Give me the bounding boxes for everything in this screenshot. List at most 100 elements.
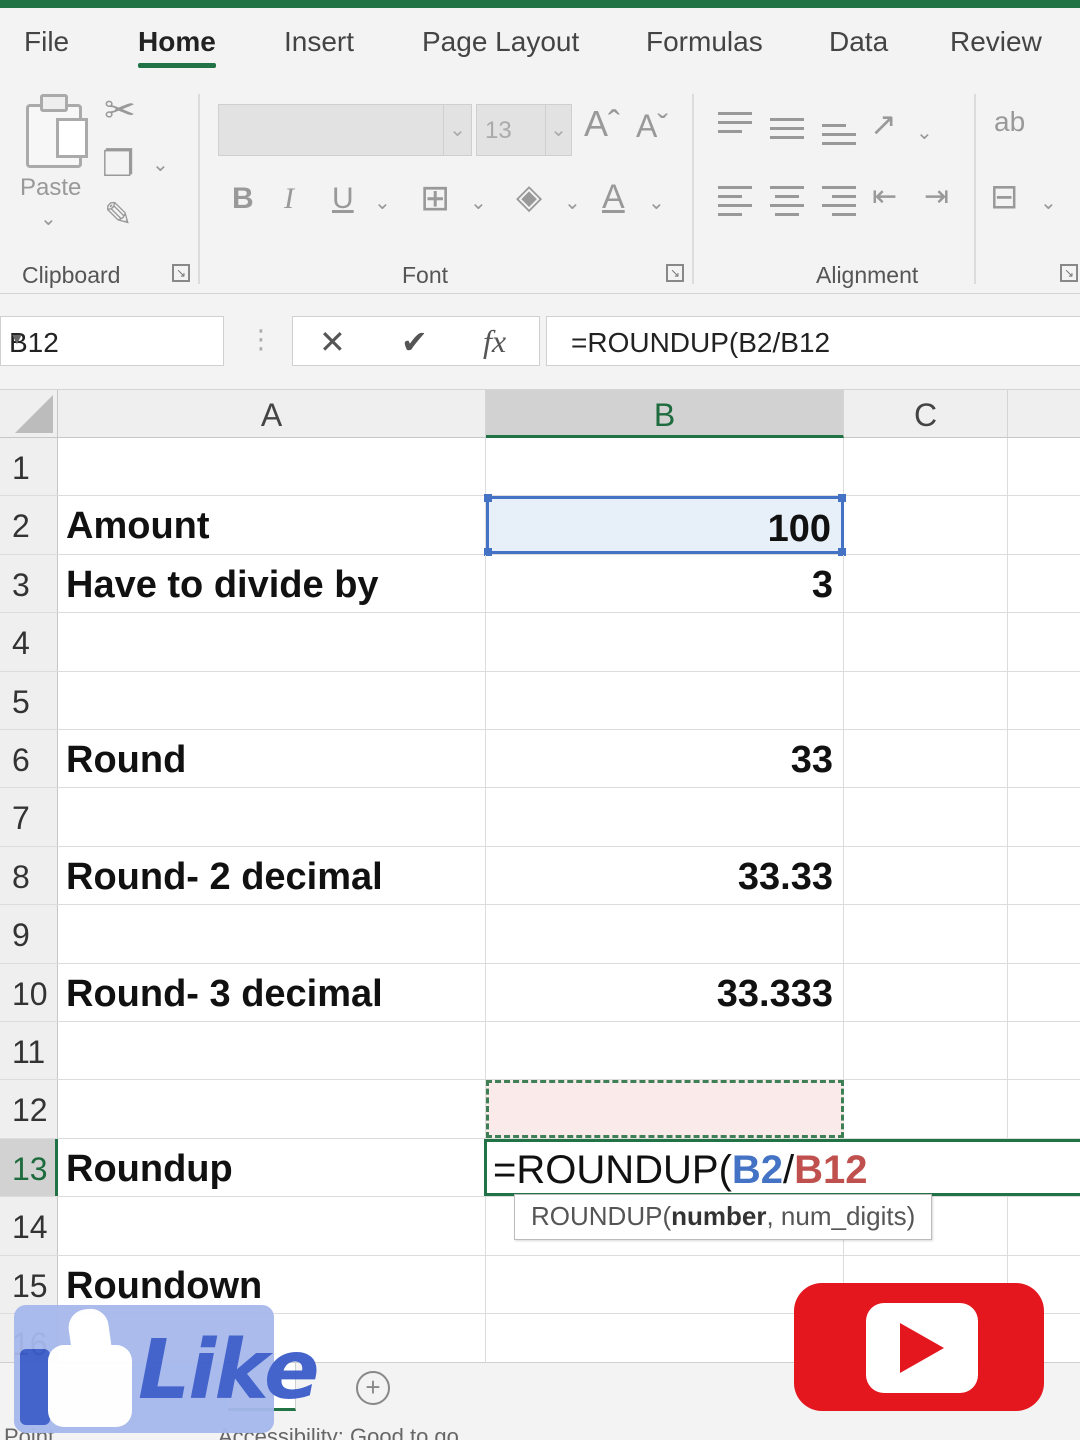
cell-b16[interactable] [486, 1314, 844, 1362]
decrease-indent-icon[interactable]: ⇤ [872, 182, 897, 212]
align-top-icon[interactable] [718, 112, 752, 139]
cell-b9[interactable] [486, 905, 844, 963]
cell-c1[interactable] [844, 438, 1008, 496]
cell-c5[interactable] [844, 671, 1008, 729]
insert-function-icon[interactable]: fx [483, 323, 506, 360]
bold-icon[interactable]: B [232, 184, 254, 214]
row-header[interactable]: 13 [0, 1138, 58, 1197]
borders-icon[interactable]: ⊞ [420, 180, 450, 216]
font-color-dropdown-icon[interactable]: ⌄ [648, 190, 665, 215]
tab-review[interactable]: Review [950, 26, 1042, 58]
row-header[interactable]: 5 [0, 671, 58, 729]
tab-formulas[interactable]: Formulas [646, 26, 763, 58]
cell-c4[interactable] [844, 613, 1008, 671]
enter-icon[interactable]: ✔ [401, 323, 428, 361]
cell-a2[interactable]: Amount [58, 496, 486, 554]
cell-c8[interactable] [844, 846, 1008, 905]
cell-c6[interactable] [844, 730, 1008, 788]
cell-a4[interactable] [58, 613, 486, 671]
align-left-icon[interactable] [718, 186, 752, 222]
tooltip-function[interactable]: ROUNDUP( [531, 1201, 671, 1231]
merge-dropdown-icon[interactable]: ⌄ [1040, 190, 1057, 215]
align-center-icon[interactable] [770, 186, 804, 222]
cell-b4[interactable] [486, 613, 844, 671]
row-header[interactable]: 8 [0, 846, 58, 905]
orientation-icon[interactable]: ↗ [870, 108, 897, 140]
cell-c12[interactable] [844, 1080, 1008, 1138]
alignment-launcher-icon[interactable]: ↘ [1060, 264, 1078, 282]
name-box[interactable]: B12 ▼ [0, 316, 224, 366]
formula-input[interactable]: =ROUNDUP(B2/B12 [546, 316, 1080, 366]
cell-c9[interactable] [844, 905, 1008, 963]
cell-a11[interactable] [58, 1022, 486, 1080]
paste-dropdown-icon[interactable]: ⌄ [40, 206, 57, 231]
italic-icon[interactable]: I [284, 184, 294, 214]
underline-icon[interactable]: U [332, 184, 354, 214]
cell-b8[interactable]: 33.33 [486, 846, 844, 905]
cell-b3[interactable]: 3 [486, 554, 844, 613]
cell-a9[interactable] [58, 905, 486, 963]
row-header[interactable]: 7 [0, 788, 58, 846]
cell-c7[interactable] [844, 788, 1008, 846]
underline-dropdown-icon[interactable]: ⌄ [374, 190, 391, 215]
copy-icon[interactable]: ❐ [102, 146, 134, 182]
cell-editor[interactable]: =ROUNDUP(B2/B12 [484, 1138, 1080, 1197]
add-sheet-icon[interactable]: + [356, 1371, 390, 1405]
row-header[interactable]: 6 [0, 730, 58, 788]
cell-a8[interactable]: Round- 2 decimal [58, 846, 486, 905]
copy-dropdown-icon[interactable]: ⌄ [152, 152, 169, 177]
cancel-icon[interactable]: ✕ [319, 323, 346, 361]
wrap-text-icon[interactable]: ab [994, 108, 1025, 136]
font-name-box[interactable]: ⌄ [218, 104, 472, 156]
cell-b12[interactable] [486, 1080, 844, 1138]
cell-b6[interactable]: 33 [486, 730, 844, 788]
cell-a10[interactable]: Round- 3 decimal [58, 963, 486, 1021]
font-launcher-icon[interactable]: ↘ [666, 264, 684, 282]
borders-dropdown-icon[interactable]: ⌄ [470, 190, 487, 215]
font-color-icon[interactable]: A [602, 180, 625, 214]
cell-c2[interactable] [844, 496, 1008, 554]
cell-c11[interactable] [844, 1022, 1008, 1080]
merge-center-icon[interactable]: ⊟ [990, 180, 1019, 214]
fill-color-icon[interactable]: ◈ [516, 180, 542, 214]
row-header[interactable]: 14 [0, 1197, 58, 1255]
increase-indent-icon[interactable]: ⇥ [924, 182, 949, 212]
column-header-c[interactable]: C [844, 390, 1008, 438]
cell-c3[interactable] [844, 554, 1008, 613]
row-header[interactable]: 10 [0, 963, 58, 1021]
align-right-icon[interactable] [822, 186, 856, 222]
increase-font-icon[interactable]: Aˆ [584, 106, 620, 142]
column-header-next[interactable] [1008, 390, 1080, 438]
cell-a13[interactable]: Roundup [58, 1138, 486, 1197]
tab-file[interactable]: File [24, 26, 69, 58]
tooltip-argument[interactable]: number [671, 1201, 766, 1231]
orientation-dropdown-icon[interactable]: ⌄ [916, 120, 933, 145]
cell-b10[interactable]: 33.333 [486, 963, 844, 1021]
clipboard-launcher-icon[interactable]: ↘ [172, 264, 190, 282]
column-header-a[interactable]: A [58, 390, 486, 438]
row-header[interactable]: 1 [0, 438, 58, 496]
select-all-button[interactable] [0, 390, 58, 438]
row-header[interactable]: 9 [0, 905, 58, 963]
tab-data[interactable]: Data [829, 26, 888, 58]
cell-b2[interactable]: 100 [484, 494, 846, 556]
fill-dropdown-icon[interactable]: ⌄ [564, 190, 581, 215]
tab-page-layout[interactable]: Page Layout [422, 26, 579, 58]
cell-a1[interactable] [58, 438, 486, 496]
cell-a5[interactable] [58, 671, 486, 729]
cell-a6[interactable]: Round [58, 730, 486, 788]
cell-b7[interactable] [486, 788, 844, 846]
cell-a12[interactable] [58, 1080, 486, 1138]
column-header-b[interactable]: B [486, 390, 844, 438]
row-header[interactable]: 3 [0, 554, 58, 613]
format-painter-icon[interactable]: ✎ [104, 198, 133, 232]
font-size-box[interactable]: 13 ⌄ [476, 104, 572, 156]
decrease-font-icon[interactable]: Aˇ [636, 110, 668, 142]
cell-a7[interactable] [58, 788, 486, 846]
align-bottom-icon[interactable] [822, 124, 856, 151]
cell-b5[interactable] [486, 671, 844, 729]
cell-b11[interactable] [486, 1022, 844, 1080]
cell-b15[interactable] [486, 1255, 844, 1313]
row-header[interactable]: 11 [0, 1022, 58, 1080]
cell-a14[interactable] [58, 1197, 486, 1255]
